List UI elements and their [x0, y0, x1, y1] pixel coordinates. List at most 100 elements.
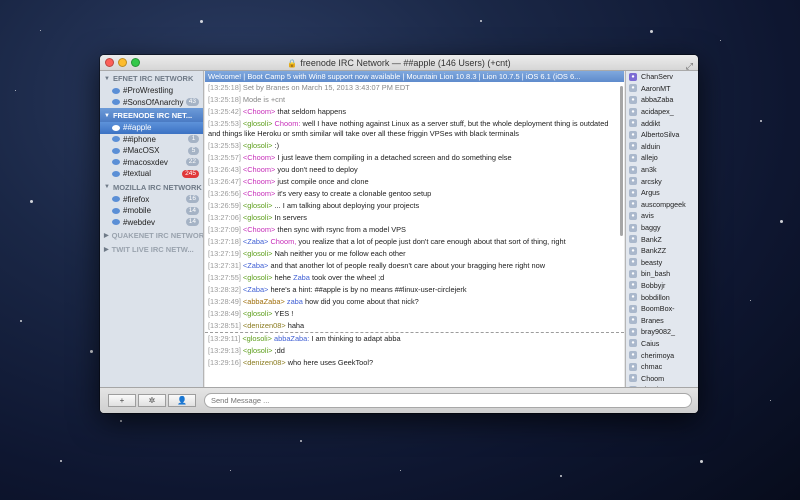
user-list-item[interactable]: ● addikt: [626, 117, 698, 129]
message-nick[interactable]: <Choom>: [243, 177, 275, 186]
network-header[interactable]: ▼ FREENODE IRC NET...: [100, 108, 203, 122]
message-timestamp: [13:27:19]: [208, 248, 241, 258]
channel-item[interactable]: #firefox 16: [100, 194, 203, 206]
settings-button[interactable]: ✲: [138, 394, 166, 407]
channel-item[interactable]: #mobile 14: [100, 205, 203, 217]
unread-count-badge: 14: [185, 218, 199, 227]
nick-mention[interactable]: Zaba: [293, 273, 310, 282]
user-list-item[interactable]: ● allejo: [626, 152, 698, 164]
user-list-item[interactable]: ● cherimoya: [626, 349, 698, 361]
user-list-item[interactable]: ● bray9082_: [626, 326, 698, 338]
message-nick[interactable]: <Zaba>: [243, 237, 268, 246]
disclosure-closed-icon[interactable]: ▶: [104, 232, 109, 239]
message-nick[interactable]: <denizen08>: [243, 358, 286, 367]
channel-name: #webdev: [123, 217, 156, 227]
close-window-button[interactable]: [105, 58, 114, 67]
network-header[interactable]: ▶ QUAKENET IRC NETWORK: [100, 228, 203, 242]
message-nick[interactable]: <glosoli>: [243, 201, 273, 210]
user-list-item[interactable]: ● bin_bash: [626, 268, 698, 280]
channel-item[interactable]: #macosxdev 22: [100, 157, 203, 169]
chat-scroll-thumb[interactable]: [620, 86, 623, 236]
user-list-item[interactable]: ● Caius: [626, 338, 698, 350]
channel-item[interactable]: #textual 245: [100, 168, 203, 180]
user-list-item[interactable]: ● AlbertoSilva: [626, 129, 698, 141]
message-nick[interactable]: <Choom>: [243, 107, 275, 116]
user-list-item[interactable]: ● Argus: [626, 187, 698, 199]
message-nick[interactable]: <denizen08>: [243, 321, 286, 330]
channel-item[interactable]: #webdev 14: [100, 217, 203, 229]
title-bar[interactable]: 🔒 freenode IRC Network — ##apple (146 Use…: [100, 55, 698, 71]
network-header[interactable]: ▼ MOZILLA IRC NETWORK: [100, 180, 203, 194]
disclosure-open-icon[interactable]: ▼: [104, 184, 110, 190]
message-nick[interactable]: <Zaba>: [243, 285, 268, 294]
message-input[interactable]: [204, 393, 692, 408]
nick-mention[interactable]: zaba: [287, 297, 303, 306]
server-channel-list: ▼ EFNET IRC NETWORK #ProWrestling #SonsOfAn…: [100, 71, 204, 387]
channel-name: #MacOSX: [123, 146, 160, 156]
user-list-item[interactable]: ● avis: [626, 210, 698, 222]
user-list-item[interactable]: ● BoomBox-: [626, 303, 698, 315]
channel-name: #mobile: [123, 206, 152, 216]
message-nick[interactable]: <glosoli>: [243, 346, 273, 355]
user-list-item[interactable]: ● bobdillon: [626, 291, 698, 303]
message-nick[interactable]: <glosoli>: [243, 309, 273, 318]
user-list-item[interactable]: ● acidapex_: [626, 106, 698, 118]
channel-item[interactable]: ##iphone 1: [100, 134, 203, 146]
nick-mention[interactable]: Choom:: [275, 119, 301, 128]
message-nick[interactable]: <abbaZaba>: [243, 297, 285, 306]
user-list-item[interactable]: ● Branes: [626, 314, 698, 326]
user-list-item[interactable]: ● alduin: [626, 141, 698, 153]
message-nick[interactable]: <Choom>: [243, 153, 275, 162]
disclosure-closed-icon[interactable]: ▶: [104, 246, 109, 253]
add-server-button[interactable]: +: [108, 394, 136, 407]
message-nick[interactable]: <glosoli>: [243, 273, 273, 282]
message-nick[interactable]: <glosoli>: [243, 249, 273, 258]
message-nick[interactable]: <glosoli>: [243, 119, 273, 128]
message-nick[interactable]: <Zaba>: [243, 261, 268, 270]
user-list-item[interactable]: ● arcsky: [626, 175, 698, 187]
message-nick[interactable]: <glosoli>: [242, 334, 272, 343]
unread-count-badge: 245: [182, 169, 199, 178]
channel-item[interactable]: #MacOSX 5: [100, 145, 203, 157]
user-list-item[interactable]: ● an3k: [626, 164, 698, 176]
nick-mention[interactable]: abbaZaba:: [274, 334, 309, 343]
window-title: freenode IRC Network — ##apple (146 User…: [300, 58, 511, 68]
message-nick[interactable]: <Choom>: [243, 189, 275, 198]
background-star: [770, 400, 771, 401]
disclosure-open-icon[interactable]: ▼: [104, 113, 110, 119]
disclosure-open-icon[interactable]: ▼: [104, 76, 110, 82]
message-timestamp: [13:26:47]: [208, 176, 241, 186]
user-list-item[interactable]: ● chmac: [626, 361, 698, 373]
background-star: [760, 120, 762, 122]
channel-item[interactable]: #ProWrestling: [100, 85, 203, 97]
user-status-icon: ●: [629, 84, 637, 93]
user-list-item[interactable]: ● BankZZ: [626, 245, 698, 257]
user-list-item[interactable]: ● auscompgeek: [626, 199, 698, 211]
user-list-item[interactable]: ● Bobbyjr: [626, 280, 698, 292]
user-list-item[interactable]: ● beasty: [626, 257, 698, 269]
channel-item[interactable]: ##apple: [100, 122, 203, 134]
message-nick[interactable]: <Choom>: [243, 165, 275, 174]
user-status-icon: ●: [629, 95, 637, 104]
user-list-item[interactable]: ● baggy: [626, 222, 698, 234]
user-list-item[interactable]: ● BankZ: [626, 233, 698, 245]
message-nick[interactable]: <glosoli>: [243, 213, 273, 222]
user-list-item[interactable]: ● Choom: [626, 372, 698, 384]
zoom-window-button[interactable]: [131, 58, 140, 67]
user-list-item[interactable]: ● ChanServ: [626, 71, 698, 83]
message-nick[interactable]: <glosoli>: [243, 141, 273, 150]
user-list-item[interactable]: ● abbaZaba: [626, 94, 698, 106]
message-nick[interactable]: <Choom>: [243, 225, 275, 234]
channel-item[interactable]: #SonsOfAnarchy 43: [100, 97, 203, 109]
system-message-text: Set by Branes on March 15, 2013 3:43:07 …: [242, 83, 410, 92]
minimize-window-button[interactable]: [118, 58, 127, 67]
user-list-item[interactable]: ● AaronMT: [626, 83, 698, 95]
chat-message: [13:29:13] <glosoli> ;dd: [205, 345, 624, 357]
chat-scrollbar[interactable]: [620, 82, 624, 387]
chat-log[interactable]: [13:25:18] Set by Branes on March 15, 201…: [205, 82, 624, 387]
user-info-button[interactable]: 👤: [168, 394, 196, 407]
nick-mention[interactable]: Choom,: [270, 237, 296, 246]
network-header[interactable]: ▼ EFNET IRC NETWORK: [100, 71, 203, 85]
network-header[interactable]: ▶ TWIT LIVE IRC NETW...: [100, 242, 203, 256]
message-timestamp: [13:27:09]: [208, 224, 241, 234]
